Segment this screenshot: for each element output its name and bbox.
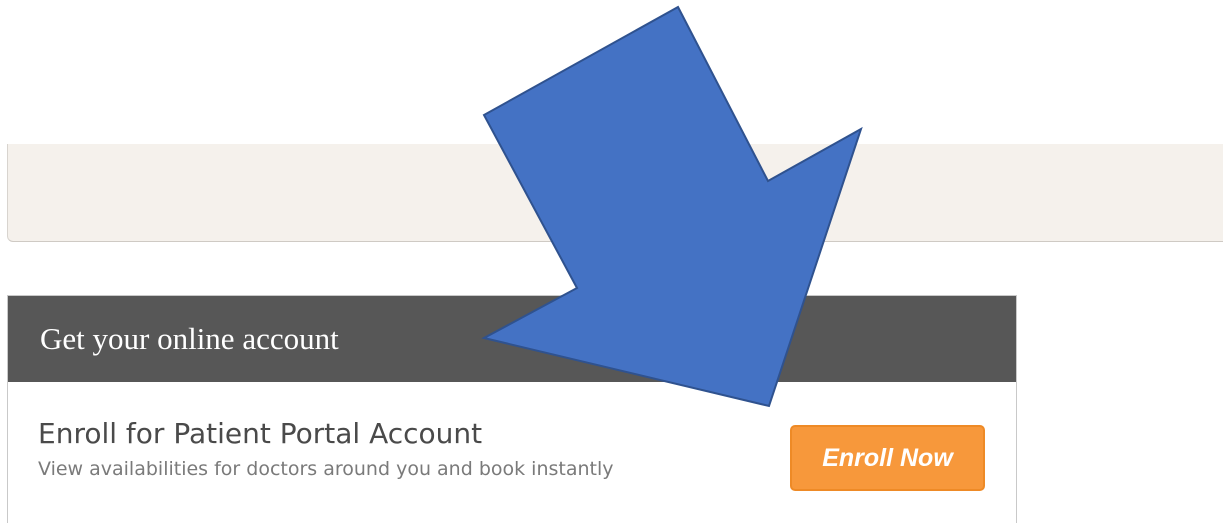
enroll-now-button[interactable]: Enroll Now [790,425,985,491]
card-title: Get your online account [40,321,339,356]
online-account-card: Get your online account Enroll for Patie… [7,295,1017,523]
enroll-heading: Enroll for Patient Portal Account [38,417,483,450]
page: Get your online account Enroll for Patie… [0,0,1223,523]
card-header: Get your online account [8,296,1016,382]
enroll-subtitle: View availabilities for doctors around y… [38,458,614,480]
info-panel [7,144,1223,242]
